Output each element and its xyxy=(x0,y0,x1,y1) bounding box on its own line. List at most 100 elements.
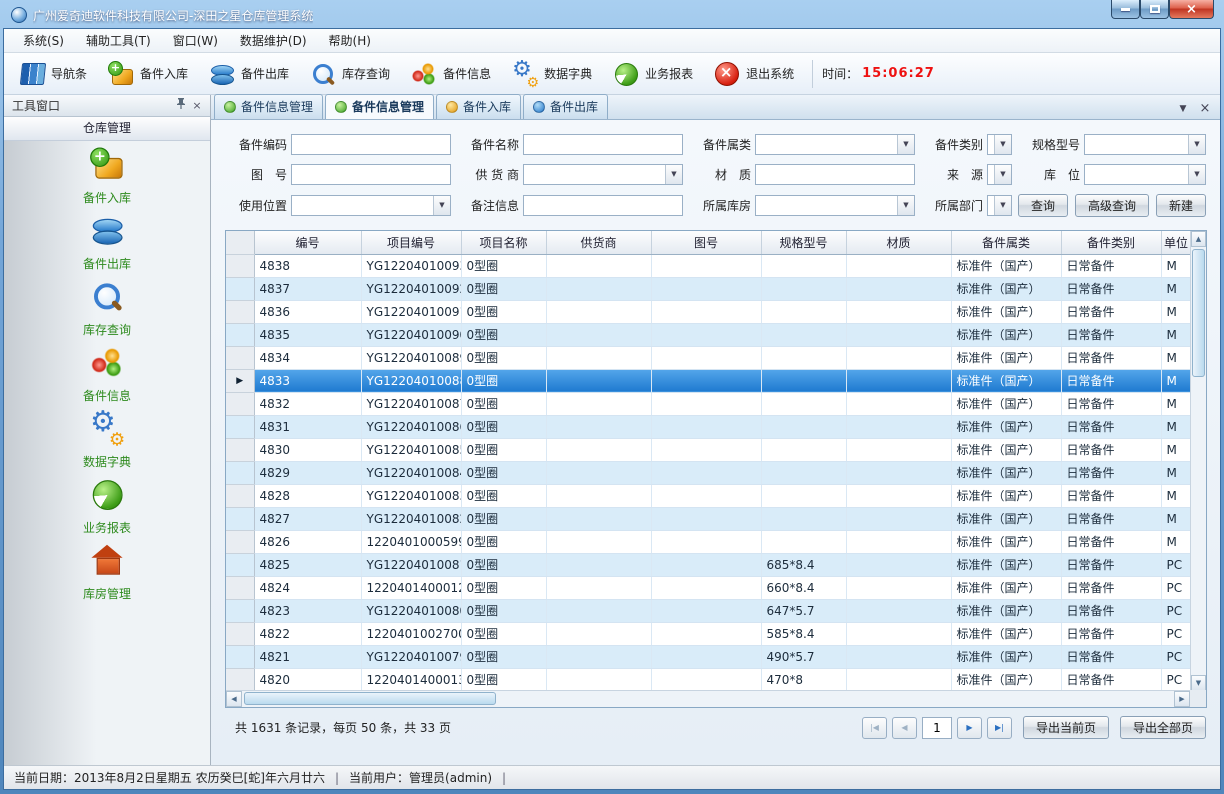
table-row[interactable]: 482012204014000130型圈470*8标准件（国产）日常备件PC xyxy=(226,668,1191,691)
grid-cell[interactable] xyxy=(651,553,761,576)
grid-cell[interactable] xyxy=(546,300,651,323)
menu-window[interactable]: 窗口(W) xyxy=(162,29,229,52)
grid-cell[interactable]: 4836 xyxy=(254,300,361,323)
menu-system[interactable]: 系统(S) xyxy=(12,29,75,52)
column-header-supplier[interactable]: 供货商 xyxy=(546,231,651,254)
first-page-button[interactable]: |◀ xyxy=(862,717,887,739)
grid-cell[interactable] xyxy=(846,461,951,484)
grid-cell[interactable] xyxy=(846,346,951,369)
chevron-down-icon[interactable]: ▼ xyxy=(665,165,682,184)
grid-cell[interactable]: 585*8.4 xyxy=(761,622,846,645)
grid-cell[interactable]: 1220401400013 xyxy=(361,668,461,691)
grid-cell[interactable] xyxy=(651,507,761,530)
table-row[interactable]: 4832YG122040100870型圈标准件（国产）日常备件M xyxy=(226,392,1191,415)
chevron-down-icon[interactable]: ▼ xyxy=(897,135,914,154)
table-row[interactable]: 4821YG122040100790型圈490*5.7标准件（国产）日常备件PC xyxy=(226,645,1191,668)
grid-cell[interactable]: 标准件（国产） xyxy=(951,507,1061,530)
tab-parts-out[interactable]: 备件出库 xyxy=(523,94,608,119)
grid-cell[interactable]: 4828 xyxy=(254,484,361,507)
grid-cell[interactable]: 0型圈 xyxy=(461,484,546,507)
grid-cell[interactable]: PC xyxy=(1161,553,1191,576)
toolbar-parts-info-button[interactable]: 备件信息 xyxy=(402,57,500,91)
grid-cell[interactable]: 标准件（国产） xyxy=(951,599,1061,622)
sidebar-item-parts-in[interactable]: 备件入库 xyxy=(4,147,210,213)
remark-input[interactable] xyxy=(523,195,683,216)
column-header-project-code[interactable]: 项目编号 xyxy=(361,231,461,254)
export-current-page-button[interactable]: 导出当前页 xyxy=(1023,716,1109,739)
grid-cell[interactable]: 标准件（国产） xyxy=(951,530,1061,553)
chevron-down-icon[interactable]: ▼ xyxy=(994,135,1011,154)
pin-icon[interactable] xyxy=(173,98,189,114)
grid-cell[interactable]: 标准件（国产） xyxy=(951,392,1061,415)
grid-cell[interactable]: YG12204010084 xyxy=(361,461,461,484)
grid-cell[interactable] xyxy=(846,323,951,346)
scroll-right-icon[interactable]: ▶ xyxy=(1174,691,1190,707)
grid-cell[interactable]: PC xyxy=(1161,668,1191,691)
grid-cell[interactable]: 日常备件 xyxy=(1061,645,1161,668)
material-input[interactable] xyxy=(755,164,915,185)
grid-cell[interactable]: YG12204010091 xyxy=(361,300,461,323)
grid-cell[interactable]: 日常备件 xyxy=(1061,484,1161,507)
sidebar-item-parts-info[interactable]: 备件信息 xyxy=(4,345,210,411)
parts-category-select[interactable]: ▼ xyxy=(755,134,915,155)
department-select[interactable]: ▼ xyxy=(987,195,1012,216)
grid-cell[interactable]: 0型圈 xyxy=(461,622,546,645)
menu-aux-tools[interactable]: 辅助工具(T) xyxy=(75,29,162,52)
grid-cell[interactable] xyxy=(846,507,951,530)
grid-cell[interactable] xyxy=(761,254,846,277)
toolbar-inventory-query-button[interactable]: 库存查询 xyxy=(301,57,399,91)
table-row[interactable]: 4835YG122040100900型圈标准件（国产）日常备件M xyxy=(226,323,1191,346)
chevron-down-icon[interactable]: ▼ xyxy=(897,196,914,215)
grid-cell[interactable]: 4838 xyxy=(254,254,361,277)
grid-cell[interactable] xyxy=(846,415,951,438)
grid-cell[interactable]: 4829 xyxy=(254,461,361,484)
grid-cell[interactable]: YG12204010082 xyxy=(361,507,461,530)
vertical-scrollbar[interactable]: ▲ ▼ xyxy=(1190,231,1206,691)
grid-cell[interactable] xyxy=(651,438,761,461)
grid-cell[interactable]: 日常备件 xyxy=(1061,323,1161,346)
column-header-type[interactable]: 备件类别 xyxy=(1061,231,1161,254)
grid-cell[interactable]: 日常备件 xyxy=(1061,507,1161,530)
grid-cell[interactable]: M xyxy=(1161,323,1191,346)
menu-help[interactable]: 帮助(H) xyxy=(318,29,382,52)
grid-cell[interactable] xyxy=(846,369,951,392)
chevron-down-icon[interactable]: ▼ xyxy=(994,165,1011,184)
grid-cell[interactable]: 标准件（国产） xyxy=(951,484,1061,507)
grid-cell[interactable]: 4830 xyxy=(254,438,361,461)
sidebar-item-warehouse-mgmt[interactable]: 库房管理 xyxy=(4,543,210,609)
grid-cell[interactable]: 0型圈 xyxy=(461,277,546,300)
grid-cell[interactable]: YG12204010080 xyxy=(361,599,461,622)
grid-cell[interactable] xyxy=(546,507,651,530)
grid-cell[interactable]: 1220401400012 xyxy=(361,576,461,599)
grid-cell[interactable]: 0型圈 xyxy=(461,461,546,484)
grid-cell[interactable]: PC xyxy=(1161,576,1191,599)
sidebar-item-business-report[interactable]: 业务报表 xyxy=(4,477,210,543)
grid-cell[interactable]: 4824 xyxy=(254,576,361,599)
grid-cell[interactable]: 4831 xyxy=(254,415,361,438)
v-scroll-thumb[interactable] xyxy=(1192,249,1205,377)
grid-cell[interactable] xyxy=(546,530,651,553)
grid-cell[interactable]: 685*8.4 xyxy=(761,553,846,576)
grid-cell[interactable]: M xyxy=(1161,300,1191,323)
grid-cell[interactable]: 0型圈 xyxy=(461,346,546,369)
grid-cell[interactable]: 标准件（国产） xyxy=(951,553,1061,576)
grid-cell[interactable] xyxy=(761,438,846,461)
grid-cell[interactable]: 4837 xyxy=(254,277,361,300)
grid-cell[interactable]: 日常备件 xyxy=(1061,369,1161,392)
grid-cell[interactable]: YG12204010087 xyxy=(361,392,461,415)
column-header-code[interactable]: 编号 xyxy=(254,231,361,254)
grid-cell[interactable]: 470*8 xyxy=(761,668,846,691)
grid-cell[interactable]: 0型圈 xyxy=(461,323,546,346)
grid-cell[interactable]: 标准件（国产） xyxy=(951,461,1061,484)
grid-cell[interactable]: 4823 xyxy=(254,599,361,622)
grid-cell[interactable] xyxy=(761,277,846,300)
storage-location-select[interactable]: ▼ xyxy=(1084,164,1206,185)
drawing-no-input[interactable] xyxy=(291,164,451,185)
grid-cell[interactable] xyxy=(546,622,651,645)
grid-cell[interactable] xyxy=(651,484,761,507)
grid-cell[interactable] xyxy=(761,415,846,438)
table-row-selected[interactable]: ▶4833YG122040100880型圈标准件（国产）日常备件M xyxy=(226,369,1191,392)
chevron-down-icon[interactable]: ▼ xyxy=(994,196,1011,215)
tab-parts-info-mgmt-2[interactable]: 备件信息管理 xyxy=(325,94,434,119)
grid-cell[interactable]: 647*5.7 xyxy=(761,599,846,622)
